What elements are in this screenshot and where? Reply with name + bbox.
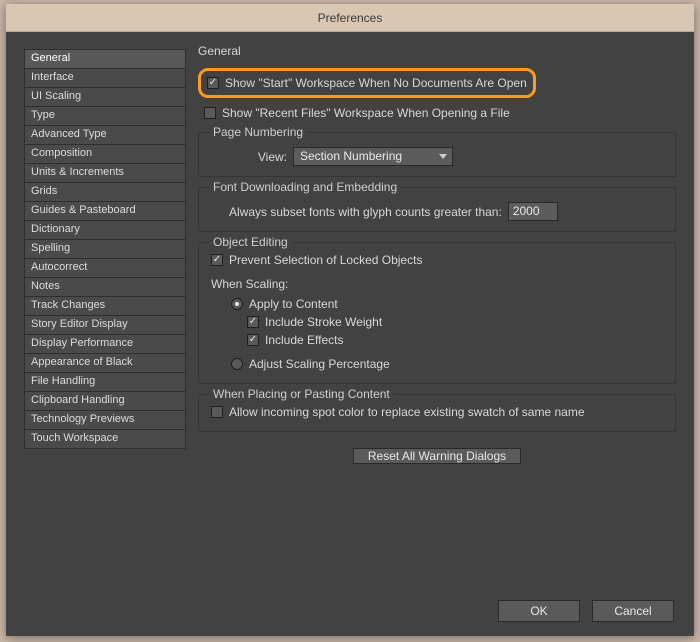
sidebar-item-guides-pasteboard[interactable]: Guides & Pasteboard	[25, 202, 185, 221]
apply-to-content-radio[interactable]	[231, 298, 243, 310]
panel-heading: General	[198, 44, 676, 58]
sidebar-item-general[interactable]: General	[25, 50, 185, 69]
sidebar-item-story-editor-display[interactable]: Story Editor Display	[25, 316, 185, 335]
apply-to-content-row[interactable]: Apply to Content	[231, 295, 663, 313]
reset-row: Reset All Warning Dialogs	[198, 446, 676, 466]
include-effects-checkbox[interactable]	[247, 334, 259, 346]
object-editing-legend: Object Editing	[209, 235, 292, 249]
prevent-selection-label: Prevent Selection of Locked Objects	[229, 253, 422, 267]
prevent-selection-row[interactable]: Prevent Selection of Locked Objects	[211, 251, 663, 269]
include-stroke-checkbox[interactable]	[247, 316, 259, 328]
subset-input[interactable]: 2000	[508, 202, 558, 221]
object-editing-group: Object Editing Prevent Selection of Lock…	[198, 242, 676, 384]
show-start-label: Show "Start" Workspace When No Documents…	[225, 76, 527, 90]
include-effects-label: Include Effects	[265, 333, 344, 347]
page-numbering-legend: Page Numbering	[209, 125, 307, 139]
sidebar-item-appearance-of-black[interactable]: Appearance of Black	[25, 354, 185, 373]
sidebar-item-clipboard-handling[interactable]: Clipboard Handling	[25, 392, 185, 411]
sidebar-item-track-changes[interactable]: Track Changes	[25, 297, 185, 316]
show-recent-checkbox[interactable]	[204, 107, 216, 119]
sidebar-item-units-increments[interactable]: Units & Increments	[25, 164, 185, 183]
view-label: View:	[251, 150, 287, 164]
allow-swatch-label: Allow incoming spot color to replace exi…	[229, 405, 585, 419]
include-stroke-label: Include Stroke Weight	[265, 315, 382, 329]
subset-label: Always subset fonts with glyph counts gr…	[229, 205, 502, 219]
sidebar-item-advanced-type[interactable]: Advanced Type	[25, 126, 185, 145]
adjust-scaling-row[interactable]: Adjust Scaling Percentage	[231, 355, 663, 373]
font-downloading-group: Font Downloading and Embedding Always su…	[198, 187, 676, 232]
dialog-footer: OK Cancel	[498, 600, 674, 622]
include-stroke-row[interactable]: Include Stroke Weight	[247, 313, 663, 331]
show-start-highlight: Show "Start" Workspace When No Documents…	[198, 68, 536, 98]
placing-pasting-legend: When Placing or Pasting Content	[209, 387, 394, 401]
main-panel: General Show "Start" Workspace When No D…	[198, 44, 676, 584]
allow-swatch-checkbox[interactable]	[211, 406, 223, 418]
font-downloading-legend: Font Downloading and Embedding	[209, 180, 401, 194]
view-select-value: Section Numbering	[300, 149, 402, 163]
show-recent-label: Show "Recent Files" Workspace When Openi…	[222, 106, 510, 120]
category-sidebar: GeneralInterfaceUI ScalingTypeAdvanced T…	[24, 49, 186, 449]
sidebar-item-composition[interactable]: Composition	[25, 145, 185, 164]
sidebar-item-spelling[interactable]: Spelling	[25, 240, 185, 259]
ok-button[interactable]: OK	[498, 600, 580, 622]
reset-warnings-button[interactable]: Reset All Warning Dialogs	[353, 448, 521, 464]
sidebar-item-dictionary[interactable]: Dictionary	[25, 221, 185, 240]
sidebar-item-technology-previews[interactable]: Technology Previews	[25, 411, 185, 430]
sidebar-item-notes[interactable]: Notes	[25, 278, 185, 297]
include-effects-row[interactable]: Include Effects	[247, 331, 663, 349]
sidebar-item-touch-workspace[interactable]: Touch Workspace	[25, 430, 185, 448]
sidebar-item-interface[interactable]: Interface	[25, 69, 185, 88]
allow-swatch-row[interactable]: Allow incoming spot color to replace exi…	[211, 403, 663, 421]
adjust-scaling-radio[interactable]	[231, 358, 243, 370]
sidebar-item-ui-scaling[interactable]: UI Scaling	[25, 88, 185, 107]
preferences-window: Preferences GeneralInterfaceUI ScalingTy…	[6, 4, 694, 636]
apply-to-content-label: Apply to Content	[249, 297, 338, 311]
sidebar-item-file-handling[interactable]: File Handling	[25, 373, 185, 392]
content-area: GeneralInterfaceUI ScalingTypeAdvanced T…	[6, 32, 694, 636]
placing-pasting-group: When Placing or Pasting Content Allow in…	[198, 394, 676, 432]
view-select[interactable]: Section Numbering	[293, 147, 453, 166]
sidebar-item-display-performance[interactable]: Display Performance	[25, 335, 185, 354]
sidebar-item-autocorrect[interactable]: Autocorrect	[25, 259, 185, 278]
when-scaling-label: When Scaling:	[211, 277, 663, 291]
window-title: Preferences	[318, 11, 383, 25]
subset-value: 2000	[513, 204, 540, 218]
cancel-button[interactable]: Cancel	[592, 600, 674, 622]
sidebar-item-type[interactable]: Type	[25, 107, 185, 126]
sidebar-item-grids[interactable]: Grids	[25, 183, 185, 202]
titlebar: Preferences	[6, 4, 694, 32]
prevent-selection-checkbox[interactable]	[211, 254, 223, 266]
adjust-scaling-label: Adjust Scaling Percentage	[249, 357, 390, 371]
show-start-checkbox[interactable]	[207, 77, 219, 89]
show-recent-row[interactable]: Show "Recent Files" Workspace When Openi…	[204, 104, 676, 122]
page-numbering-group: Page Numbering View: Section Numbering	[198, 132, 676, 177]
show-start-row[interactable]: Show "Start" Workspace When No Documents…	[207, 74, 527, 92]
